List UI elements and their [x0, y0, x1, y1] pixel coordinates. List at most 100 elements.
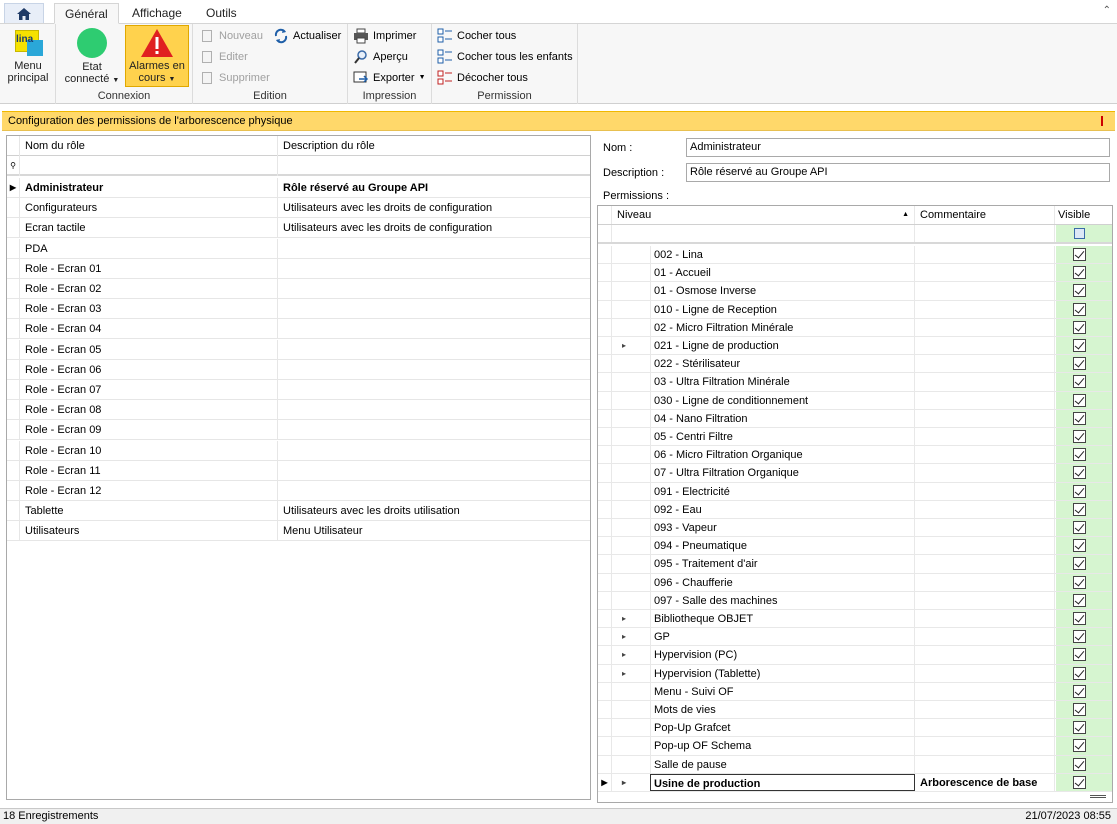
role-name-cell[interactable]: Tablette	[25, 501, 278, 522]
role-row[interactable]: Ecran tactile Utilisateurs avec les droit…	[7, 218, 590, 239]
commentaire-cell[interactable]	[916, 555, 1055, 573]
visible-checkbox[interactable]	[1073, 375, 1086, 389]
role-description-cell[interactable]	[283, 259, 583, 279]
visible-checkbox[interactable]	[1073, 448, 1086, 462]
visible-checkbox[interactable]	[1073, 430, 1086, 443]
permission-row[interactable]: 04 - Nano Filtration	[598, 409, 1112, 428]
role-row[interactable]: Role - Ecran 09	[7, 420, 590, 441]
niveau-cell[interactable]: Pop-up OF Schema	[650, 737, 915, 755]
permission-row[interactable]: 07 - Ultra Filtration Organique	[598, 464, 1112, 483]
niveau-cell[interactable]: 01 - Accueil	[650, 264, 915, 282]
role-row[interactable]: Role - Ecran 08	[7, 400, 590, 421]
niveau-cell[interactable]: 002 - Lina	[650, 246, 915, 264]
visible-checkbox[interactable]	[1073, 502, 1086, 516]
niveau-cell[interactable]: Hypervision (Tablette)	[650, 664, 915, 682]
role-row[interactable]: ▶ Administrateur Rôle réservé au Groupe AP…	[7, 178, 590, 198]
role-description-cell[interactable]: Utilisateurs avec les droits utilisation	[283, 501, 583, 521]
role-row[interactable]: Configurateurs Utilisateurs avec les droi…	[7, 198, 590, 219]
role-row[interactable]: Role - Ecran 06	[7, 359, 590, 380]
niveau-cell[interactable]: 094 - Pneumatique	[650, 537, 915, 555]
tab-affichage[interactable]: Affichage	[122, 3, 192, 24]
permission-row[interactable]: Pop-up OF Schema	[598, 737, 1112, 756]
commentaire-cell[interactable]	[916, 318, 1055, 336]
commentaire-cell[interactable]	[916, 264, 1055, 282]
role-name-cell[interactable]: Role - Ecran 04	[25, 319, 278, 340]
permission-row[interactable]: Pop-Up Grafcet	[598, 719, 1112, 738]
role-description-cell[interactable]	[283, 279, 583, 299]
role-row[interactable]: PDA	[7, 238, 590, 259]
column-header-nom-role[interactable]: Nom du rôle	[25, 136, 278, 156]
niveau-cell[interactable]: 092 - Eau	[650, 500, 915, 518]
role-row[interactable]: Role - Ecran 02	[7, 279, 590, 299]
collapse-ribbon-icon[interactable]: ⌃	[1103, 5, 1111, 16]
permission-row[interactable]: 01 - Osmose Inverse	[598, 282, 1112, 301]
role-description-cell[interactable]: Rôle réservé au Groupe API	[283, 178, 583, 198]
nouveau-button[interactable]: Nouveau	[199, 27, 263, 45]
niveau-cell[interactable]: 022 - Stérilisateur	[650, 355, 915, 373]
role-name-cell[interactable]: Role - Ecran 10	[25, 440, 278, 461]
role-description-cell[interactable]	[283, 420, 583, 440]
role-description-cell[interactable]	[283, 400, 583, 420]
role-description-cell[interactable]: Utilisateurs avec les droits de configur…	[283, 198, 583, 218]
niveau-cell[interactable]: Salle de pause	[650, 755, 915, 773]
niveau-cell[interactable]: 05 - Centri Filtre	[650, 428, 915, 446]
nom-field[interactable]: Administrateur	[686, 138, 1110, 157]
commentaire-cell[interactable]	[916, 428, 1055, 446]
visible-checkbox[interactable]	[1073, 775, 1086, 789]
commentaire-cell[interactable]	[916, 646, 1055, 664]
exporter-button[interactable]: Exporter ▼	[353, 69, 426, 87]
commentaire-cell[interactable]	[916, 755, 1055, 773]
role-name-cell[interactable]: Role - Ecran 01	[25, 258, 278, 279]
commentaire-cell[interactable]	[916, 591, 1055, 609]
expand-arrow-icon[interactable]: ▸	[617, 610, 631, 627]
expand-arrow-icon[interactable]: ▸	[617, 665, 631, 682]
permission-row[interactable]: 06 - Micro Filtration Organique	[598, 446, 1112, 465]
niveau-cell[interactable]: GP	[650, 628, 915, 646]
permission-row[interactable]: 091 - Electricité	[598, 482, 1112, 501]
visible-checkbox[interactable]	[1073, 393, 1086, 407]
visible-checkbox[interactable]	[1073, 703, 1086, 716]
role-name-cell[interactable]: Role - Ecran 02	[25, 279, 278, 299]
role-description-cell[interactable]	[283, 360, 583, 380]
permission-row[interactable]: ▸ Bibliotheque OBJET	[598, 610, 1112, 629]
visible-checkbox[interactable]	[1073, 539, 1086, 553]
permission-row[interactable]: Salle de pause	[598, 755, 1112, 774]
role-name-cell[interactable]: Utilisateurs	[25, 521, 278, 542]
role-row[interactable]: Role - Ecran 05	[7, 339, 590, 360]
role-name-cell[interactable]: Configurateurs	[25, 198, 278, 219]
role-description-cell[interactable]	[283, 481, 583, 501]
expand-arrow-icon[interactable]: ▸	[617, 628, 631, 645]
permission-row[interactable]: Mots de vies	[598, 701, 1112, 720]
permission-row[interactable]: ▸ GP	[598, 628, 1112, 647]
visible-checkbox[interactable]	[1073, 575, 1086, 589]
pin-icon[interactable]	[1101, 116, 1107, 126]
niveau-cell[interactable]: 096 - Chaufferie	[650, 573, 915, 591]
filter-description-role-input[interactable]	[283, 156, 583, 176]
commentaire-cell[interactable]: Arborescence de base	[916, 773, 1055, 791]
role-name-cell[interactable]: Role - Ecran 08	[25, 400, 278, 421]
commentaire-cell[interactable]	[916, 537, 1055, 555]
column-header-commentaire[interactable]: Commentaire	[916, 206, 1055, 224]
permission-row[interactable]: 095 - Traitement d'air	[598, 555, 1112, 574]
visible-checkbox[interactable]	[1073, 739, 1086, 753]
commentaire-cell[interactable]	[916, 500, 1055, 518]
permission-row[interactable]: 093 - Vapeur	[598, 519, 1112, 538]
decocher-tous-button[interactable]: Décocher tous	[437, 69, 528, 87]
filter-niveau-input[interactable]	[612, 225, 915, 242]
etat-connecte-button[interactable]: Etat connecté ▼	[60, 26, 124, 86]
permission-row[interactable]: 01 - Accueil	[598, 264, 1112, 283]
alarmes-en-cours-button[interactable]: Alarmes en cours ▼	[125, 25, 189, 87]
role-description-cell[interactable]: Utilisateurs avec les droits de configur…	[283, 218, 583, 238]
commentaire-cell[interactable]	[916, 464, 1055, 482]
commentaire-cell[interactable]	[916, 573, 1055, 591]
home-tab[interactable]	[4, 3, 44, 23]
supprimer-button[interactable]: Supprimer	[199, 69, 270, 87]
role-name-cell[interactable]: PDA	[25, 238, 278, 259]
visible-checkbox[interactable]	[1073, 320, 1086, 334]
role-row[interactable]: Tablette Utilisateurs avec les droits uti…	[7, 501, 590, 522]
visible-checkbox[interactable]	[1073, 284, 1086, 298]
niveau-cell[interactable]: 03 - Ultra Filtration Minérale	[650, 373, 915, 391]
visible-checkbox[interactable]	[1073, 466, 1086, 480]
role-name-cell[interactable]: Administrateur	[25, 178, 278, 198]
role-description-cell[interactable]	[283, 461, 583, 481]
